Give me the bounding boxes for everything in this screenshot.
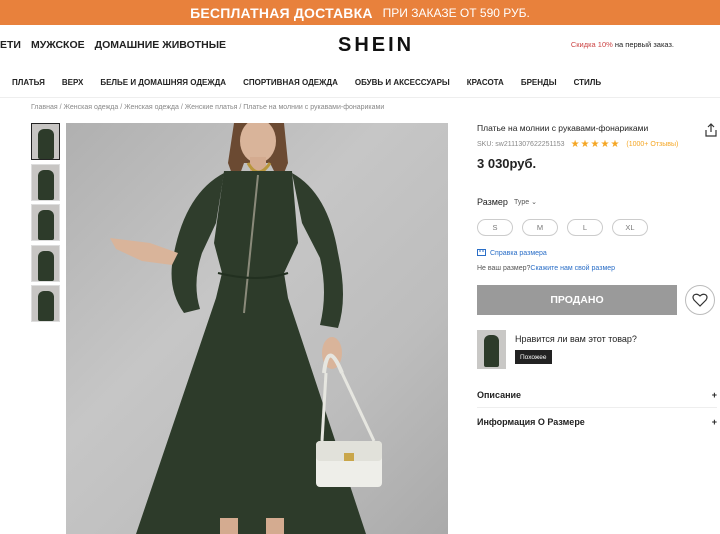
accordion-divider xyxy=(477,407,717,408)
size-option-m[interactable]: M xyxy=(522,219,558,236)
breadcrumb[interactable]: Главная / Женская одежда / Женская одежд… xyxy=(31,104,384,111)
thumbnail-4[interactable] xyxy=(31,244,60,282)
wishlist-heart-icon[interactable] xyxy=(685,285,715,315)
not-your-size-row: Не ваш размер?Скажите нам свой размер xyxy=(477,265,615,272)
product-info-panel: Платье на молнии с рукавами-фонариками S… xyxy=(477,123,720,427)
chevron-down-icon: ⌄ xyxy=(531,199,537,206)
nav-item-pets[interactable]: ДОМАШНИЕ ЖИВОТНЫЕ xyxy=(95,39,226,51)
tell-us-size-link[interactable]: Скажите нам свой размер xyxy=(530,265,615,272)
size-guide-link[interactable]: Справка размера xyxy=(477,249,547,258)
product-main-photo[interactable] xyxy=(66,123,448,534)
nav-item-men[interactable]: МУЖСКОЕ xyxy=(31,39,85,51)
size-option-l[interactable]: L xyxy=(567,219,603,236)
menu-item-brands[interactable]: БРЕНДЫ xyxy=(521,78,557,87)
ruler-icon xyxy=(477,249,486,258)
size-guide-text: Справка размера xyxy=(490,250,547,257)
share-icon[interactable] xyxy=(705,123,717,137)
site-header: ЕТИ МУЖСКОЕ ДОМАШНИЕ ЖИВОТНЫЕ SHEIN Скид… xyxy=(0,25,720,65)
product-price: 3 030руб. xyxy=(477,156,537,171)
not-your-size-text: Не ваш размер? xyxy=(477,265,531,272)
size-info-label: Информация О Размере xyxy=(477,417,585,427)
model-dress-illustration xyxy=(110,123,382,534)
product-mini-thumbnail xyxy=(477,330,506,369)
avito-dots-icon xyxy=(611,496,635,524)
header-divider xyxy=(0,97,720,98)
thumbnail-3[interactable] xyxy=(31,204,60,241)
product-title: Платье на молнии с рукавами-фонариками xyxy=(477,123,649,133)
avito-watermark: Avito xyxy=(611,496,690,524)
menu-item-beauty[interactable]: КРАСОТА xyxy=(467,78,504,87)
menu-item-sportswear[interactable]: СПОРТИВНАЯ ОДЕЖДА xyxy=(243,78,338,87)
category-menu: ПЛАТЬЯ ВЕРХ БЕЛЬЕ И ДОМАШНЯЯ ОДЕЖДА СПОР… xyxy=(0,70,720,94)
similar-button[interactable]: Похожее xyxy=(515,350,552,364)
promo-highlight: Скидка 10% xyxy=(570,40,613,49)
sold-out-button[interactable]: ПРОДАНО xyxy=(477,285,677,315)
description-label: Описание xyxy=(477,390,522,400)
banner-main-text: БЕСПЛАТНАЯ ДОСТАВКА xyxy=(190,4,373,21)
size-type-dropdown[interactable]: Type ⌄ xyxy=(514,198,537,206)
expand-plus-icon: + xyxy=(711,390,717,400)
menu-item-lingerie[interactable]: БЕЛЬЕ И ДОМАШНЯЯ ОДЕЖДА xyxy=(100,78,226,87)
reviews-link[interactable]: (1000+ Отзывы) xyxy=(626,141,678,148)
thumbnail-1[interactable] xyxy=(31,123,60,160)
nav-item-kids[interactable]: ЕТИ xyxy=(0,39,21,51)
size-option-xl[interactable]: XL xyxy=(612,219,648,236)
sku-rating-row: SKU: sw2111307622251153 ★★★★★ (1000+ Отз… xyxy=(477,139,720,150)
free-shipping-banner[interactable]: БЕСПЛАТНАЯ ДОСТАВКА ПРИ ЗАКАЗЕ ОТ 590 РУ… xyxy=(0,0,720,25)
menu-item-tops[interactable]: ВЕРХ xyxy=(62,78,83,87)
shein-logo[interactable]: SHEIN xyxy=(338,34,414,57)
size-type-value: Type xyxy=(513,199,530,206)
thumbnail-5[interactable] xyxy=(31,285,60,322)
size-label: Размер xyxy=(477,197,508,207)
size-options: S M L XL xyxy=(477,219,648,236)
accordion-description[interactable]: Описание + xyxy=(477,390,717,400)
size-option-s[interactable]: S xyxy=(477,219,513,236)
menu-item-dresses[interactable]: ПЛАТЬЯ xyxy=(12,78,45,87)
rating-stars-icon: ★★★★★ xyxy=(570,139,621,150)
size-label-row: Размер Type ⌄ xyxy=(477,197,537,207)
promo-text: на первый заказ. xyxy=(612,40,674,49)
thumbnail-gallery xyxy=(31,123,60,326)
menu-item-shoes-accessories[interactable]: ОБУВЬ И АКСЕССУАРЫ xyxy=(355,78,450,87)
sku-text: SKU: sw2111307622251153 xyxy=(477,141,565,148)
expand-plus-icon: + xyxy=(711,417,717,427)
thumbnail-2[interactable] xyxy=(31,163,60,201)
like-question: Нравится ли вам этот товар? xyxy=(515,334,637,344)
banner-sub-text: ПРИ ЗАКАЗЕ ОТ 590 РУБ. xyxy=(382,5,530,20)
top-nav: ЕТИ МУЖСКОЕ ДОМАШНИЕ ЖИВОТНЫЕ xyxy=(0,39,226,51)
menu-item-style[interactable]: СТИЛЬ xyxy=(574,78,602,87)
first-order-promo[interactable]: Скидка 10% на первый заказ. xyxy=(571,40,674,49)
avito-watermark-text: Avito xyxy=(638,498,690,521)
accordion-size-info[interactable]: Информация О Размере + xyxy=(477,417,717,427)
